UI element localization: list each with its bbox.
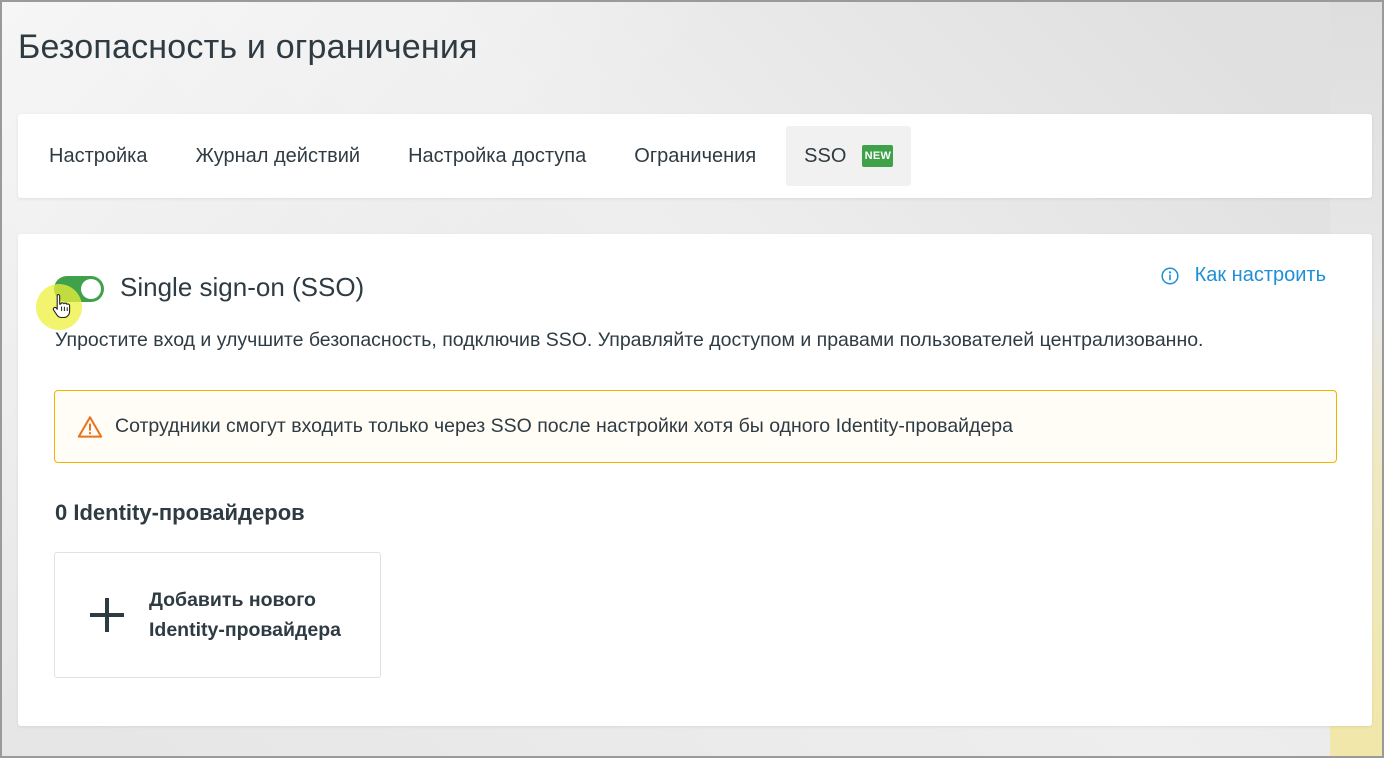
tab-sso[interactable]: SSO NEW bbox=[786, 126, 912, 186]
add-provider-button[interactable]: Добавить нового Identity-провайдера bbox=[54, 552, 381, 678]
warning-icon bbox=[77, 415, 103, 438]
sso-description: Упростите вход и улучшите безопасность, … bbox=[55, 329, 1204, 351]
info-icon bbox=[1161, 266, 1179, 285]
how-to-setup-link[interactable]: Как настроить bbox=[1161, 264, 1326, 287]
tab-settings[interactable]: Настройка bbox=[31, 126, 165, 186]
tab-label: Настройка доступа bbox=[408, 144, 587, 167]
add-provider-label: Добавить нового Identity-провайдера bbox=[149, 589, 341, 641]
tab-label: SSO bbox=[804, 144, 847, 167]
hand-cursor-icon bbox=[52, 293, 71, 319]
how-to-setup-label: Как настроить bbox=[1194, 264, 1326, 286]
new-badge: NEW bbox=[862, 145, 894, 167]
tab-bar: Настройка Журнал действий Настройка дост… bbox=[18, 114, 1372, 198]
tab-label: Настройка bbox=[49, 144, 148, 167]
plus-icon bbox=[90, 598, 124, 632]
sso-title: Single sign-on (SSO) bbox=[120, 272, 365, 302]
app-window: Безопасность и ограничения Настройка Жур… bbox=[0, 0, 1384, 758]
page-title: Безопасность и ограничения bbox=[18, 28, 478, 66]
warning-text: Сотрудники смогут входить только через S… bbox=[115, 415, 1013, 437]
tab-label: Журнал действий bbox=[195, 144, 361, 167]
tab-label: Ограничения bbox=[634, 144, 757, 167]
toggle-knob bbox=[81, 279, 101, 299]
tab-access-settings[interactable]: Настройка доступа bbox=[390, 126, 604, 186]
warning-banner: Сотрудники смогут входить только через S… bbox=[54, 390, 1337, 463]
tab-activity-log[interactable]: Журнал действий bbox=[177, 126, 378, 186]
providers-count: 0 Identity-провайдеров bbox=[55, 500, 305, 525]
sso-panel: Single sign-on (SSO) Как настроить Упрос… bbox=[18, 234, 1372, 726]
tab-restrictions[interactable]: Ограничения bbox=[616, 126, 774, 186]
